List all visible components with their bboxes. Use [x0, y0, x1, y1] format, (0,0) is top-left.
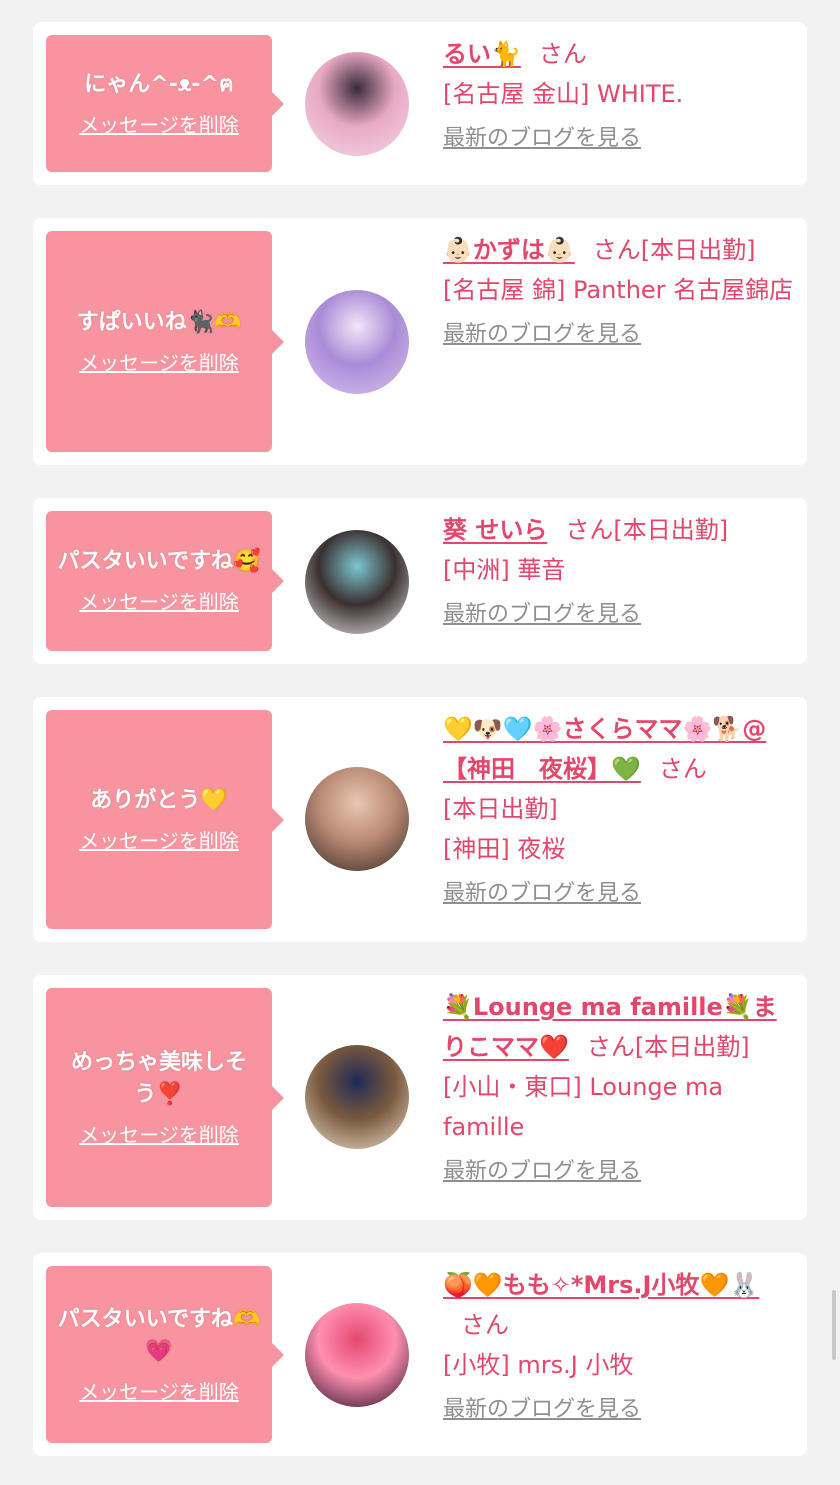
sender-name-link[interactable]: 👶🏻かずは👶🏻 — [443, 236, 575, 264]
message-bubble: パスタいいですね🫶💗 メッセージを削除 — [46, 1266, 284, 1443]
sender-info: 💛🐶🩵🌸さくらママ🌸🐕@【神田 夜桜】💚 さん [本日出勤] [神田] 夜桜最新のブロ… — [443, 709, 795, 909]
honorific-label: さん — [586, 1033, 635, 1061]
message-bubble: めっちゃ美味しそう❣️ メッセージを削除 — [46, 988, 284, 1207]
sender-name-link[interactable]: 葵 せいら — [443, 516, 547, 544]
message-text: ありがとう💛 — [90, 787, 228, 813]
latest-blog-link[interactable]: 最新のブログを見る — [443, 124, 641, 154]
sender-name-line: 💐Lounge ma famille💐まりこママ❤️ さん[本日出勤] — [443, 987, 795, 1067]
sender-name-line: 👶🏻かずは👶🏻 さん[本日出勤] — [443, 230, 795, 270]
shop-name: [名古屋 錦] Panther 名古屋錦店 — [443, 276, 794, 304]
message-bubble: すぱいいね🐈‍⬛🫶 メッセージを削除 — [46, 231, 284, 452]
latest-blog-link[interactable]: 最新のブログを見る — [443, 1395, 641, 1425]
sender-info: 💐Lounge ma famille💐まりこママ❤️ さん[本日出勤] [小山・東口… — [443, 987, 795, 1187]
honorific-label: さん — [538, 40, 587, 68]
avatar[interactable] — [305, 290, 409, 394]
avatar[interactable] — [305, 52, 409, 156]
message-card: パスタいいですね🫶💗 メッセージを削除 🍑🧡もも✧*Mrs.J小牧🧡🐰 さん [小牧] … — [33, 1253, 807, 1456]
message-text: すぱいいね🐈‍⬛🫶 — [76, 309, 242, 335]
delete-message-button[interactable]: メッセージを削除 — [79, 1121, 239, 1149]
sender-info: 🍑🧡もも✧*Mrs.J小牧🧡🐰 さん [小牧] mrs.J 小牧 最新のブログを見る — [443, 1265, 795, 1425]
latest-blog-link[interactable]: 最新のブログを見る — [443, 879, 641, 909]
scrollbar[interactable] — [832, 1290, 836, 1360]
shop-name: [小牧] mrs.J 小牧 — [443, 1351, 634, 1379]
avatar[interactable] — [305, 530, 409, 634]
avatar[interactable] — [305, 767, 409, 871]
message-card: めっちゃ美味しそう❣️ メッセージを削除 💐Lounge ma famille💐まり… — [33, 975, 807, 1220]
message-card: ありがとう💛 メッセージを削除 💛🐶🩵🌸さくらママ🌸🐕@【神田 夜桜】💚 さん [本日出… — [33, 697, 807, 942]
honorific-label: さん — [658, 755, 707, 783]
work-status: [本日出勤] — [613, 516, 729, 544]
sender-info: 葵 せいら さん[本日出勤] [中洲] 華音最新のブログを見る — [443, 510, 795, 630]
delete-message-button[interactable]: メッセージを削除 — [79, 349, 239, 377]
message-bubble: にゃん^-ᴥ-^ฅ メッセージを削除 — [46, 35, 284, 172]
avatar[interactable] — [305, 1303, 409, 1407]
avatar[interactable] — [305, 1045, 409, 1149]
sender-name-link[interactable]: るい🐈 — [443, 40, 521, 68]
latest-blog-link[interactable]: 最新のブログを見る — [443, 600, 641, 630]
sender-info: るい🐈 さん [名古屋 金山] WHITE. 最新のブログを見る — [443, 34, 795, 154]
delete-message-button[interactable]: メッセージを削除 — [79, 111, 239, 139]
latest-blog-link[interactable]: 最新のブログを見る — [443, 320, 641, 350]
message-list: にゃん^-ᴥ-^ฅ メッセージを削除 るい🐈 さん [名古屋 金山] WHITE. 最新の… — [0, 0, 840, 1485]
shop-name: [名古屋 金山] WHITE. — [443, 80, 684, 108]
sender-name-line: 💛🐶🩵🌸さくらママ🌸🐕@【神田 夜桜】💚 さん — [443, 709, 795, 789]
delete-message-button[interactable]: メッセージを削除 — [79, 827, 239, 855]
honorific-label: さん — [565, 516, 614, 544]
shop-name: [小山・東口] Lounge ma famille — [443, 1073, 724, 1141]
message-text: パスタいいですね🥰 — [57, 549, 261, 574]
latest-blog-link[interactable]: 最新のブログを見る — [443, 1157, 641, 1187]
delete-message-button[interactable]: メッセージを削除 — [79, 1378, 239, 1406]
sender-info: 👶🏻かずは👶🏻 さん[本日出勤] [名古屋 錦] Panther 名古屋錦店 最新のブ… — [443, 230, 795, 350]
message-card: すぱいいね🐈‍⬛🫶 メッセージを削除 👶🏻かずは👶🏻 さん[本日出勤] [名古屋 錦] … — [33, 218, 807, 465]
message-text: パスタいいですね🫶💗 — [57, 1306, 261, 1364]
message-bubble: パスタいいですね🥰 メッセージを削除 — [46, 511, 284, 651]
message-card: パスタいいですね🥰 メッセージを削除 葵 せいら さん[本日出勤] [中洲] 華音最新の… — [33, 498, 807, 664]
honorific-label: さん — [461, 1311, 509, 1339]
shop-name: [中洲] 華音 — [443, 556, 566, 584]
work-status: [本日出勤] — [634, 1033, 750, 1061]
sender-name-line: 葵 せいら さん[本日出勤] — [443, 510, 795, 550]
message-text: めっちゃ美味しそう❣️ — [70, 1049, 247, 1107]
delete-message-button[interactable]: メッセージを削除 — [79, 588, 239, 616]
sender-name-link[interactable]: 🍑🧡もも✧*Mrs.J小牧🧡🐰 — [443, 1271, 759, 1299]
sender-name-line: るい🐈 さん — [443, 34, 795, 74]
shop-name: [神田] 夜桜 — [443, 835, 566, 863]
honorific-label: さん — [592, 236, 641, 264]
sender-name-line: 🍑🧡もも✧*Mrs.J小牧🧡🐰 さん — [443, 1265, 795, 1345]
work-status: [本日出勤] — [443, 795, 558, 823]
message-bubble: ありがとう💛 メッセージを削除 — [46, 710, 284, 929]
sender-name-link[interactable]: 💛🐶🩵🌸さくらママ🌸🐕@【神田 夜桜】💚 — [443, 715, 766, 783]
work-status: [本日出勤] — [640, 236, 756, 264]
message-card: にゃん^-ᴥ-^ฅ メッセージを削除 るい🐈 さん [名古屋 金山] WHITE. 最新の… — [33, 22, 807, 185]
message-text: にゃん^-ᴥ-^ฅ — [84, 71, 234, 97]
